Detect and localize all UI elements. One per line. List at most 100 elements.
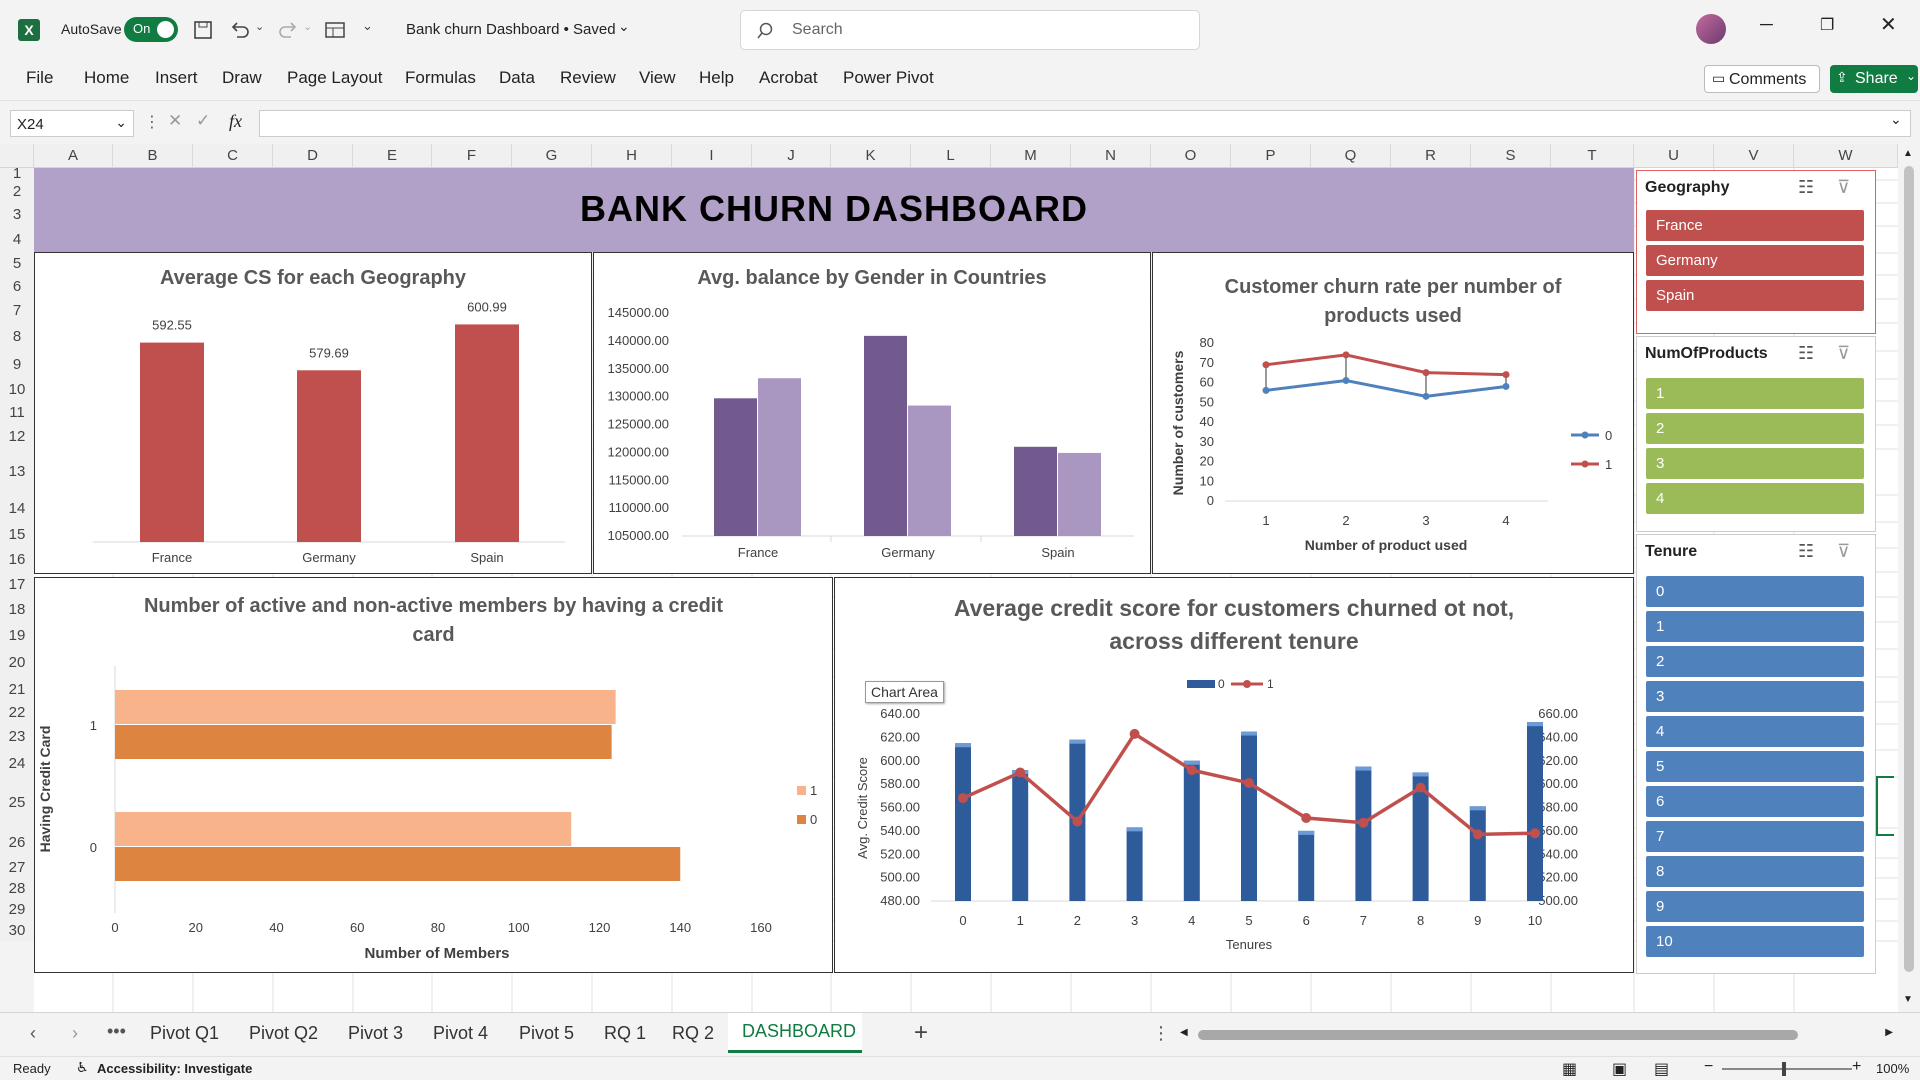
column-header-b[interactable]: B [113,144,193,168]
slicer-item-germany[interactable]: Germany [1646,245,1864,276]
menu-power-pivot[interactable]: Power Pivot [843,68,934,88]
column-header-a[interactable]: A [34,144,113,168]
row-header-2[interactable]: 2 [0,180,34,203]
scroll-left-icon[interactable]: ◀ [1180,1027,1188,1038]
clear-filter-icon[interactable]: ⊽ [1837,541,1850,562]
comments-button[interactable]: ▭ Comments [1704,65,1820,93]
multi-select-icon[interactable]: ☷ [1798,541,1814,562]
slicer-item-5[interactable]: 5 [1646,751,1864,782]
autosave-toggle[interactable]: On [124,17,178,42]
undo-icon[interactable] [228,19,252,41]
normal-view-icon[interactable]: ▦ [1562,1059,1577,1079]
slicer-numofproducts[interactable]: NumOfProducts ☷ ⊽ 1 2 3 4 [1636,336,1876,532]
zoom-slider[interactable] [1722,1062,1852,1076]
row-header-10[interactable]: 10 [0,379,34,401]
row-header-25[interactable]: 25 [0,777,34,828]
column-header-m[interactable]: M [991,144,1071,168]
page-layout-view-icon[interactable]: ▣ [1612,1059,1627,1079]
more-sheets-icon[interactable]: ••• [107,1021,126,1042]
chart-churn-products[interactable]: Customer churn rate per number of produc… [1152,252,1634,574]
row-header-7[interactable]: 7 [0,299,34,323]
horizontal-scrollbar[interactable]: ◀ ▶ [1180,1027,1895,1043]
slicer-geography[interactable]: Geography ☷ ⊽ France Germany Spain [1636,170,1876,334]
expand-formula-icon[interactable]: ⌄ [1890,111,1902,128]
row-header-11[interactable]: 11 [0,401,34,425]
menu-formulas[interactable]: Formulas [405,68,476,88]
menu-page-layout[interactable]: Page Layout [287,68,382,88]
cancel-formula-icon[interactable]: ✕ [168,111,182,131]
slicer-item-2[interactable]: 2 [1646,646,1864,677]
menu-file[interactable]: File [26,68,53,88]
slicer-item-4[interactable]: 4 [1646,483,1864,514]
tab-rq-2[interactable]: RQ 2 [672,1023,714,1044]
menu-home[interactable]: Home [84,68,129,88]
row-header-1[interactable]: 1 [0,166,34,181]
form-icon[interactable] [323,19,347,41]
redo-icon[interactable] [276,19,300,41]
menu-draw[interactable]: Draw [222,68,262,88]
row-header-13[interactable]: 13 [0,449,34,495]
column-header-n[interactable]: N [1071,144,1151,168]
formula-input[interactable] [259,110,1911,137]
row-header-28[interactable]: 28 [0,878,34,899]
menu-data[interactable]: Data [499,68,535,88]
tab-pivot-5[interactable]: Pivot 5 [519,1023,574,1044]
row-header-16[interactable]: 16 [0,548,34,572]
next-sheet-icon[interactable]: › [72,1023,78,1044]
more-icon[interactable]: ⋮ [144,112,160,132]
column-header-d[interactable]: D [273,144,353,168]
slicer-item-3[interactable]: 3 [1646,448,1864,479]
row-header-8[interactable]: 8 [0,323,34,351]
row-header-21[interactable]: 21 [0,677,34,702]
row-header-27[interactable]: 27 [0,858,34,878]
menu-review[interactable]: Review [560,68,616,88]
column-header-f[interactable]: F [432,144,512,168]
column-header-h[interactable]: H [592,144,672,168]
scroll-down-icon[interactable]: ▼ [1903,994,1913,1005]
undo-dropdown-icon[interactable]: ⌄ [255,20,264,33]
slicer-item-6[interactable]: 6 [1646,786,1864,817]
slicer-item-8[interactable]: 8 [1646,856,1864,887]
scroll-right-icon[interactable]: ▶ [1885,1027,1893,1038]
prev-sheet-icon[interactable]: ‹ [30,1023,36,1044]
scroll-thumb[interactable] [1904,166,1914,972]
page-break-view-icon[interactable]: ▤ [1654,1059,1669,1079]
slicer-tenure[interactable]: Tenure ☷ ⊽ 0 1 2 3 4 5 6 7 8 9 10 [1636,534,1876,974]
column-header-g[interactable]: G [512,144,592,168]
tab-pivot-q1[interactable]: Pivot Q1 [150,1023,219,1044]
slicer-item-3[interactable]: 3 [1646,681,1864,712]
search-box[interactable]: Search [740,10,1200,50]
row-header-12[interactable]: 12 [0,425,34,449]
row-header-19[interactable]: 19 [0,622,34,649]
column-header-j[interactable]: J [752,144,831,168]
tab-options-icon[interactable]: ⋮ [1152,1023,1170,1044]
enter-formula-icon[interactable]: ✓ [196,111,210,131]
column-header-u[interactable]: U [1634,144,1714,168]
restore-icon[interactable]: ❐ [1820,15,1834,35]
menu-view[interactable]: View [639,68,676,88]
row-header-20[interactable]: 20 [0,649,34,677]
tab-rq-1[interactable]: RQ 1 [604,1023,646,1044]
slicer-item-1[interactable]: 1 [1646,378,1864,409]
add-sheet-icon[interactable]: + [914,1019,928,1047]
row-header-15[interactable]: 15 [0,522,34,548]
column-header-p[interactable]: P [1231,144,1311,168]
column-header-v[interactable]: V [1714,144,1794,168]
chart-active-members[interactable]: Number of active and non-active members … [34,577,833,973]
row-header-26[interactable]: 26 [0,828,34,858]
redo-dropdown-icon[interactable]: ⌄ [303,20,312,33]
selected-cell[interactable] [1876,776,1894,836]
menu-insert[interactable]: Insert [155,68,198,88]
accessibility-icon[interactable]: ♿ [76,1059,89,1076]
slicer-item-7[interactable]: 7 [1646,821,1864,852]
close-icon[interactable]: ✕ [1880,12,1897,37]
column-header-s[interactable]: S [1471,144,1551,168]
chart-avg-cs-geography[interactable]: Average CS for each Geography 592.55 Fran… [34,252,592,574]
tab-pivot-4[interactable]: Pivot 4 [433,1023,488,1044]
row-header-4[interactable]: 4 [0,226,34,253]
column-header-t[interactable]: T [1551,144,1634,168]
multi-select-icon[interactable]: ☷ [1798,177,1814,198]
tab-dashboard[interactable]: DASHBOARD [728,1013,862,1053]
column-header-w[interactable]: W [1794,144,1898,168]
accessibility-status[interactable]: Accessibility: Investigate [97,1061,252,1076]
